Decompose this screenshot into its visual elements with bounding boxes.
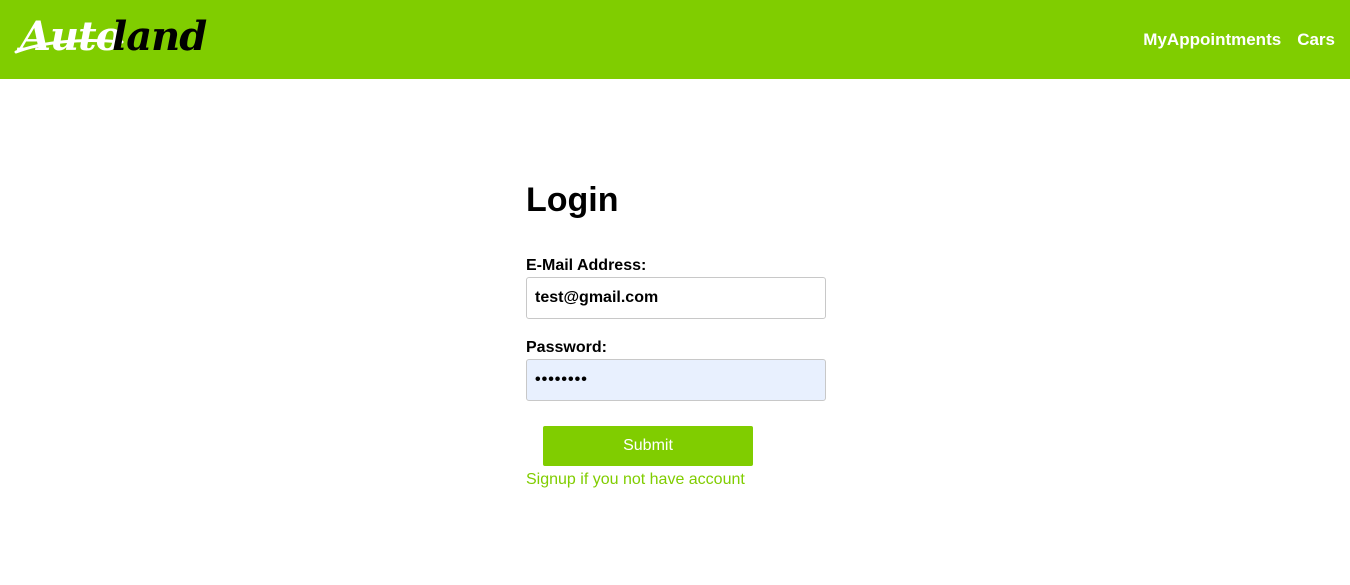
logo-text-land: land bbox=[112, 13, 207, 60]
email-field[interactable] bbox=[526, 277, 826, 319]
page-title: Login bbox=[526, 181, 619, 219]
password-field[interactable] bbox=[526, 359, 826, 401]
nav-link-cars[interactable]: Cars bbox=[1297, 29, 1335, 51]
password-label: Password: bbox=[526, 339, 607, 356]
logo-text-auto: Auto bbox=[16, 13, 122, 60]
logo-graphic: Auto land bbox=[14, 13, 208, 60]
nav-links: MyAppointments Cars bbox=[1143, 29, 1335, 51]
signup-link[interactable]: Signup if you not have account bbox=[526, 470, 745, 490]
email-label: E-Mail Address: bbox=[526, 257, 647, 274]
navbar: Auto land MyAppointments Cars bbox=[0, 0, 1350, 79]
autoland-logo[interactable]: Auto land bbox=[12, 12, 208, 62]
login-form: Login E-Mail Address: Password: Submit S… bbox=[526, 178, 826, 488]
submit-button[interactable]: Submit bbox=[543, 426, 753, 466]
nav-link-myappointments[interactable]: MyAppointments bbox=[1143, 29, 1281, 51]
